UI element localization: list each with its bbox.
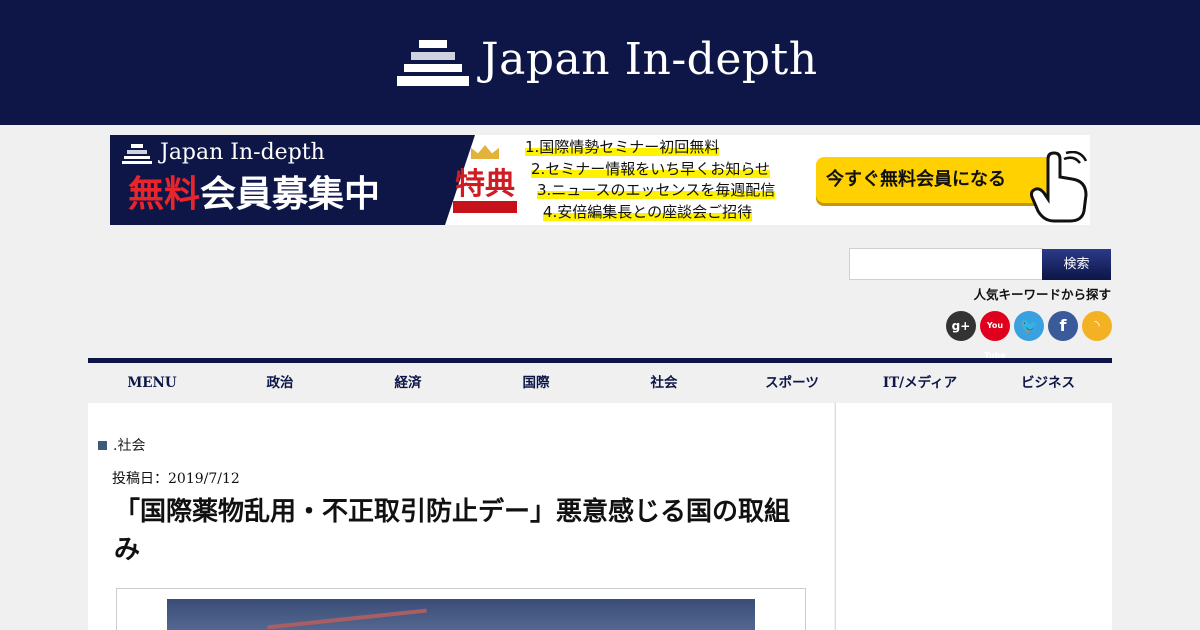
nav-it-media[interactable]: IT/メディア bbox=[856, 363, 984, 403]
social-links: g+ You Tube 🐦 f ◝ bbox=[946, 311, 1112, 360]
benefit-badge: 特典 bbox=[447, 145, 523, 217]
nav-politics[interactable]: 政治 bbox=[216, 363, 344, 403]
search-button[interactable]: 検索 bbox=[1042, 249, 1111, 280]
logo-text: Japan In-depth bbox=[481, 34, 818, 85]
twitter-icon[interactable]: 🐦 bbox=[1014, 311, 1044, 341]
benefit-item: 3.ニュースのエッセンスを毎週配信 bbox=[537, 181, 776, 199]
benefit-item: 1.国際情勢セミナー初回無料 bbox=[525, 138, 720, 156]
benefit-item: 2.セミナー情報をいち早くお知らせ bbox=[531, 159, 771, 178]
main-nav: MENU 政治 経済 国際 社会 スポーツ IT/メディア ビジネス bbox=[88, 358, 1112, 403]
article-main: .社会 投稿日：2019/7/12 「国際薬物乱用・不正取引防止デー」悪意感じる… bbox=[88, 403, 834, 630]
post-date: 投稿日：2019/7/12 bbox=[112, 471, 240, 487]
article-title: 「国際薬物乱用・不正取引防止デー」悪意感じる国の取組み bbox=[114, 497, 791, 565]
logo-mark-icon bbox=[397, 32, 469, 88]
membership-banner[interactable]: Japan In-depth 無料会員募集中 特典 1.国際情勢セミナー初回無料… bbox=[110, 135, 1090, 225]
site-logo[interactable]: Japan In-depth bbox=[397, 30, 818, 90]
nav-menu[interactable]: MENU bbox=[88, 363, 216, 403]
banner-logo-icon bbox=[122, 142, 152, 164]
banner-title: 無料会員募集中 bbox=[128, 171, 380, 219]
search-input[interactable] bbox=[849, 248, 1043, 280]
site-header: Japan In-depth bbox=[0, 0, 1200, 125]
youtube-icon[interactable]: You Tube bbox=[980, 311, 1010, 360]
nav-sports[interactable]: スポーツ bbox=[728, 363, 856, 403]
nav-business[interactable]: ビジネス bbox=[984, 363, 1112, 403]
popular-keywords-link[interactable]: 人気キーワードから探す bbox=[973, 284, 1111, 303]
rss-icon[interactable]: ◝ bbox=[1082, 311, 1112, 341]
banner-left-panel: Japan In-depth 無料会員募集中 bbox=[110, 135, 475, 225]
article-figure bbox=[116, 588, 806, 630]
nav-economy[interactable]: 経済 bbox=[344, 363, 472, 403]
article-category[interactable]: .社会 bbox=[98, 435, 145, 455]
facebook-icon[interactable]: f bbox=[1048, 311, 1078, 341]
category-square-icon bbox=[98, 440, 107, 450]
benefit-badge-text: 特典 bbox=[455, 167, 515, 202]
banner-brand-text: Japan In-depth bbox=[160, 140, 325, 165]
article-image bbox=[167, 599, 755, 630]
nav-society[interactable]: 社会 bbox=[600, 363, 728, 403]
google-plus-icon[interactable]: g+ bbox=[946, 311, 976, 341]
banner-title-recruiting: 募集中 bbox=[272, 174, 381, 215]
banner-title-free: 無料 bbox=[128, 174, 201, 215]
nav-international[interactable]: 国際 bbox=[472, 363, 600, 403]
category-label: .社会 bbox=[113, 438, 146, 454]
ribbon-icon bbox=[453, 201, 517, 213]
sidebar bbox=[835, 403, 1112, 630]
pointing-hand-icon bbox=[1030, 151, 1088, 223]
benefit-list: 1.国際情勢セミナー初回無料 2.セミナー情報をいち早くお知らせ 3.ニュースの… bbox=[525, 137, 815, 223]
join-free-member-button[interactable]: 今すぐ無料会員になる bbox=[816, 157, 1060, 203]
crown-icon bbox=[471, 145, 499, 159]
banner-title-member: 会員 bbox=[200, 174, 273, 215]
banner-brand: Japan In-depth bbox=[122, 140, 325, 165]
benefit-item: 4.安倍編集長との座談会ご招待 bbox=[543, 202, 753, 221]
